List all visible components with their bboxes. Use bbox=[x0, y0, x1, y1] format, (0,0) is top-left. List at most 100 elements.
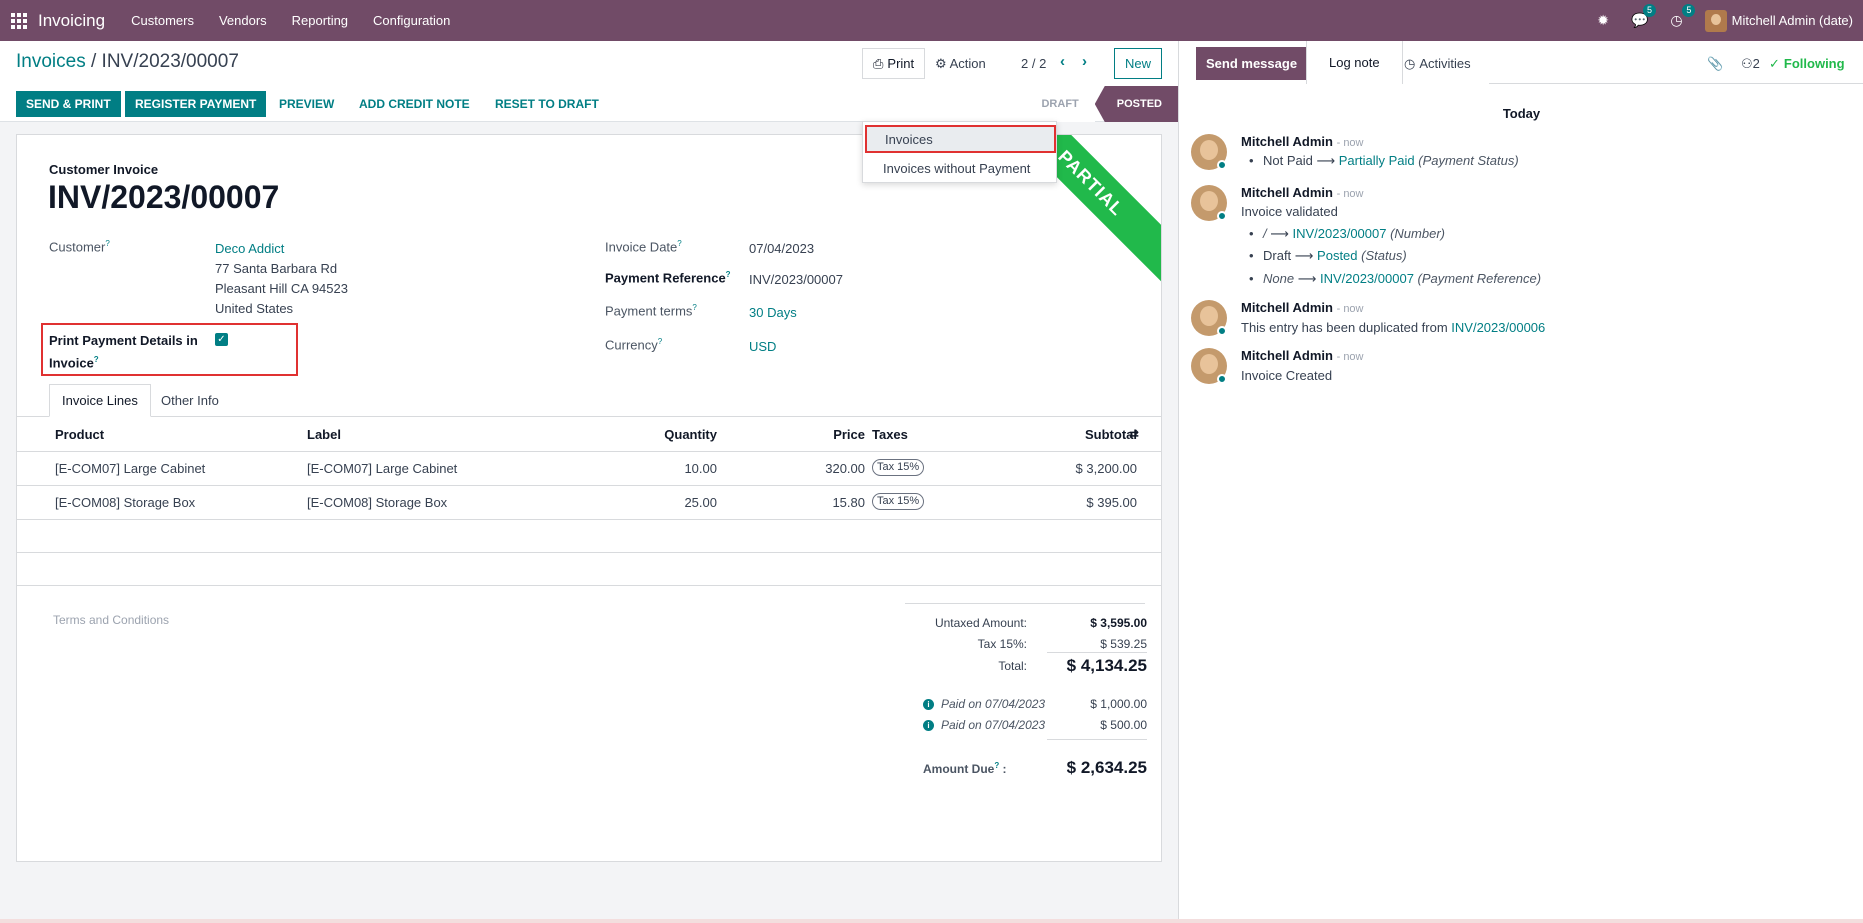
lines-table-header: Product Label Quantity Price Taxes Subto… bbox=[17, 417, 1161, 452]
paperclip-icon[interactable]: 📎 bbox=[1697, 47, 1733, 80]
print-button[interactable]: ⎙ Print bbox=[862, 48, 926, 79]
log-note-button[interactable]: Log note bbox=[1306, 41, 1403, 84]
customer-address-line1: 77 Santa Barbara Rd bbox=[215, 261, 338, 276]
register-payment-button[interactable]: REGISTER PAYMENT bbox=[125, 91, 267, 117]
print-payment-details-checkbox[interactable]: ✓ bbox=[215, 333, 228, 346]
table-row[interactable]: [E-COM07] Large Cabinet [E-COM07] Large … bbox=[17, 452, 1161, 486]
invoice-date-label: Invoice Date? bbox=[605, 239, 682, 255]
tab-other-info[interactable]: Other Info bbox=[149, 384, 231, 417]
following-button[interactable]: ✓ Following bbox=[1759, 47, 1855, 80]
breadcrumb: Invoices / INV/2023/00007 bbox=[16, 51, 239, 73]
menu-vendors[interactable]: Vendors bbox=[219, 13, 267, 28]
status-bar: DRAFT POSTED bbox=[1025, 86, 1178, 122]
pager-prev-icon[interactable]: ‹ bbox=[1060, 53, 1065, 70]
table-row[interactable]: [E-COM08] Storage Box [E-COM08] Storage … bbox=[17, 486, 1161, 520]
message-body: Invoice Created bbox=[1241, 368, 1333, 383]
chat-icon[interactable]: 💬 5 bbox=[1631, 4, 1656, 29]
payment-reference-value[interactable]: INV/2023/00007 bbox=[749, 272, 843, 287]
line-tax-badge: Tax 15% bbox=[872, 493, 925, 510]
line-quantity: 25.00 bbox=[684, 495, 717, 510]
reset-to-draft-button[interactable]: RESET TO DRAFT bbox=[485, 91, 609, 117]
invoice-date-value[interactable]: 07/04/2023 bbox=[749, 241, 814, 256]
col-taxes[interactable]: Taxes bbox=[872, 427, 908, 442]
currency-value[interactable]: USD bbox=[749, 339, 776, 354]
breadcrumb-invoices[interactable]: Invoices bbox=[16, 51, 86, 72]
payment-info-icon[interactable]: i bbox=[923, 699, 934, 710]
line-product[interactable]: [E-COM07] Large Cabinet bbox=[55, 461, 205, 476]
menu-customers[interactable]: Customers bbox=[131, 13, 194, 28]
col-product[interactable]: Product bbox=[55, 427, 104, 442]
status-posted[interactable]: POSTED bbox=[1094, 86, 1178, 122]
send-message-button[interactable]: Send message bbox=[1196, 47, 1308, 80]
payment-info-icon[interactable]: i bbox=[923, 720, 934, 731]
col-quantity[interactable]: Quantity bbox=[617, 427, 717, 442]
line-quantity: 10.00 bbox=[684, 461, 717, 476]
check-icon: ✓ bbox=[1769, 55, 1780, 71]
paid-line-1-amount: $ 1,000.00 bbox=[1090, 697, 1147, 711]
form-view: Invoices / INV/2023/00007 ⎙ Print ⚙ Actio… bbox=[0, 41, 1178, 923]
add-credit-note-button[interactable]: ADD CREDIT NOTE bbox=[349, 91, 480, 117]
chatter-message: Mitchell Admin - now Invoice validated /… bbox=[1191, 185, 1851, 295]
app-title[interactable]: Invoicing bbox=[38, 11, 105, 31]
total-amount: $ 4,134.25 bbox=[1066, 656, 1147, 675]
debug-bug-icon[interactable]: ✹ bbox=[1597, 12, 1609, 29]
tab-invoice-lines[interactable]: Invoice Lines bbox=[49, 384, 151, 417]
col-price[interactable]: Price bbox=[765, 427, 865, 442]
totals-divider bbox=[905, 603, 1145, 604]
tax-amount: $ 539.25 bbox=[1100, 637, 1147, 651]
control-panel: Invoices / INV/2023/00007 ⎙ Print ⚙ Actio… bbox=[0, 41, 1178, 122]
bottom-border bbox=[0, 919, 1863, 923]
optional-columns-icon[interactable]: ⇄ bbox=[1129, 427, 1139, 441]
payment-terms-value[interactable]: 30 Days bbox=[749, 305, 797, 320]
currency-label: Currency? bbox=[605, 337, 663, 353]
tracking-line: None ⟶ INV/2023/00007 (Payment Reference… bbox=[1249, 271, 1541, 287]
line-product[interactable]: [E-COM08] Storage Box bbox=[55, 495, 195, 510]
tracking-line: Not Paid ⟶ Partially Paid (Payment Statu… bbox=[1249, 153, 1519, 169]
payment-terms-label: Payment terms? bbox=[605, 303, 697, 319]
activity-clock-icon[interactable]: ◷ 5 bbox=[1670, 4, 1696, 29]
message-body: This entry has been duplicated from INV/… bbox=[1241, 320, 1546, 335]
apps-menu-icon[interactable] bbox=[0, 0, 38, 41]
online-status-icon bbox=[1217, 211, 1227, 221]
untaxed-amount: $ 3,595.00 bbox=[1090, 616, 1147, 630]
user-menu[interactable]: Mitchell Admin (date) bbox=[1732, 13, 1853, 28]
send-print-button[interactable]: SEND & PRINT bbox=[16, 91, 121, 117]
new-button[interactable]: New bbox=[1114, 48, 1162, 79]
status-draft[interactable]: DRAFT bbox=[1025, 86, 1095, 122]
message-author[interactable]: Mitchell Admin - now bbox=[1241, 134, 1364, 149]
activities-label: Activities bbox=[1419, 56, 1471, 71]
print-dropdown-menu: Invoices Invoices without Payment bbox=[862, 121, 1057, 183]
due-divider bbox=[1047, 739, 1147, 740]
message-author[interactable]: Mitchell Admin - now bbox=[1241, 300, 1364, 315]
action-button[interactable]: ⚙ Action bbox=[935, 56, 986, 72]
customer-link[interactable]: Deco Addict bbox=[215, 241, 284, 256]
following-label: Following bbox=[1783, 56, 1845, 71]
message-author[interactable]: Mitchell Admin - now bbox=[1241, 185, 1364, 200]
print-invoices-item[interactable]: Invoices bbox=[865, 125, 1056, 153]
pager-value[interactable]: 2 / 2 bbox=[1021, 56, 1046, 71]
paid-line-1-label: Paid on 07/04/2023 bbox=[941, 697, 1046, 711]
notebook-tabs: Invoice Lines Other Info bbox=[17, 384, 1161, 417]
chatter-panel: Send message Log note ◷ Activities 📎 ⚇ 2 ✓… bbox=[1178, 41, 1863, 923]
tracking-line: Draft ⟶ Posted (Status) bbox=[1249, 248, 1407, 264]
line-price: 320.00 bbox=[825, 461, 865, 476]
tax-label: Tax 15%: bbox=[977, 637, 1027, 651]
pager-next-icon[interactable]: › bbox=[1082, 53, 1087, 70]
terms-conditions-field[interactable]: Terms and Conditions bbox=[53, 613, 169, 627]
activities-button[interactable]: ◷ Activities bbox=[1394, 47, 1481, 80]
invoice-number: INV/2023/00007 bbox=[48, 179, 280, 215]
print-label: Print bbox=[887, 56, 915, 71]
online-status-icon bbox=[1217, 160, 1227, 170]
online-status-icon bbox=[1217, 326, 1227, 336]
message-author[interactable]: Mitchell Admin - now bbox=[1241, 348, 1364, 363]
customer-address-line3: United States bbox=[215, 301, 294, 316]
print-invoices-without-payment-item[interactable]: Invoices without Payment bbox=[863, 156, 1056, 180]
chatter-message: Mitchell Admin - now Not Paid ⟶ Partiall… bbox=[1191, 134, 1851, 179]
menu-reporting[interactable]: Reporting bbox=[292, 13, 348, 28]
user-avatar[interactable] bbox=[1704, 9, 1727, 32]
preview-button[interactable]: PREVIEW bbox=[269, 91, 344, 117]
col-label[interactable]: Label bbox=[307, 427, 341, 442]
menu-configuration[interactable]: Configuration bbox=[373, 13, 450, 28]
paid-line-2-amount: $ 500.00 bbox=[1100, 718, 1147, 732]
col-subtotal[interactable]: Subtotal bbox=[1037, 427, 1137, 442]
